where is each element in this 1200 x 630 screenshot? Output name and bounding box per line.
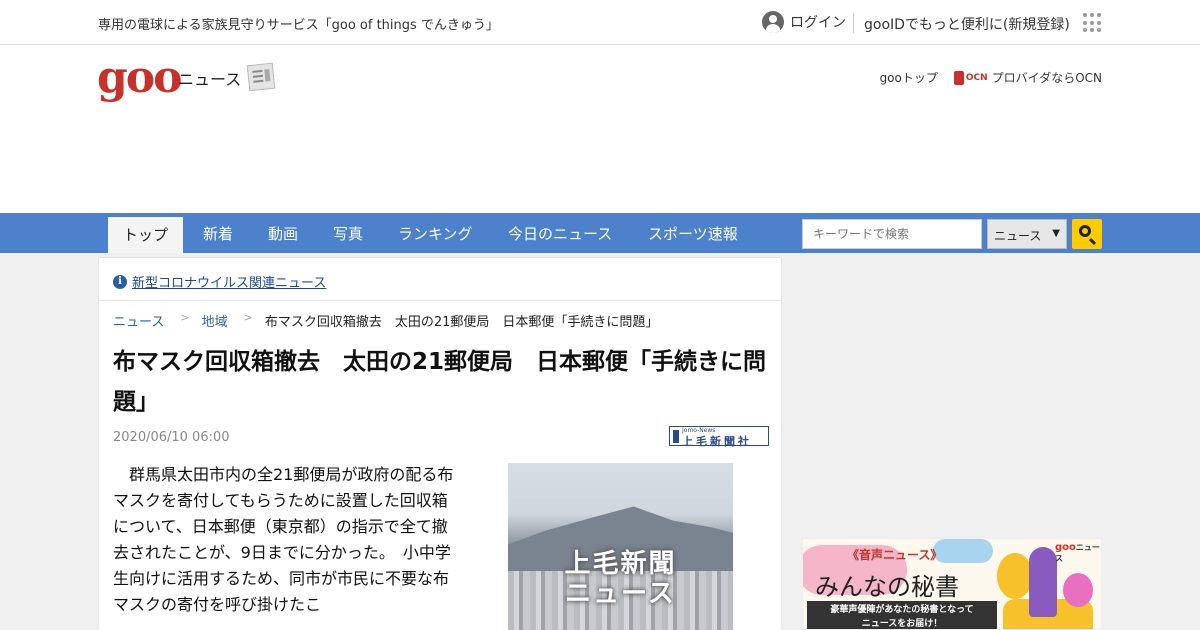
ocn-label: プロバイダならOCN	[991, 71, 1102, 85]
article-body: 群馬県太田市内の全21郵便局が政府の配る布マスクを寄付してもらうために設置した回…	[113, 465, 454, 614]
ad-brand: gooニュース	[1055, 542, 1100, 563]
search-input[interactable]	[802, 219, 982, 249]
tab-sports[interactable]: スポーツ速報	[648, 223, 738, 244]
breadcrumb-news[interactable]: ニュース	[113, 311, 164, 330]
breadcrumb-current: 布マスク回収箱撤去 太田の21郵便局 日本郵便「手続きに問題」	[264, 315, 659, 330]
ad-tag: 《音声ニュース》	[847, 548, 943, 562]
ocn-logo-icon: OCN	[953, 70, 988, 85]
promo-link[interactable]: 専用の電球による家族見守りサービス「goo of things でんきゅう」	[98, 14, 499, 33]
tab-top[interactable]: トップ	[108, 217, 183, 253]
ocn-mark: OCN	[965, 72, 988, 83]
thumbnail-caption-line2: ニュース	[565, 579, 676, 609]
ad-character-illustration	[997, 553, 1033, 599]
article-title: 布マスク回収箱撤去 太田の21郵便局 日本郵便「手続きに問題」	[113, 349, 767, 415]
ocn-link[interactable]: OCN プロバイダならOCN	[953, 69, 1102, 86]
section-name[interactable]: ニュース	[178, 66, 241, 90]
source-logo[interactable]: Jomo-News 上毛新聞社	[669, 426, 769, 448]
goo-logo[interactable]: goo	[97, 56, 182, 100]
divider	[99, 300, 781, 301]
search-button[interactable]	[1072, 219, 1102, 249]
covid-news-link[interactable]: i 新型コロナウイルス関連ニュース	[113, 272, 326, 291]
newspaper-icon	[246, 62, 276, 92]
info-icon: i	[113, 274, 127, 289]
top-utility-bar: 専用の電球による家族見守りサービス「goo of things でんきゅう」 ロ…	[0, 0, 1200, 45]
tab-today[interactable]: 今日のニュース	[508, 223, 612, 244]
source-mark-icon	[673, 430, 679, 443]
topbar-divider	[853, 13, 854, 33]
article-thumbnail[interactable]: 上毛新聞 ニュース	[508, 463, 733, 630]
login-link[interactable]: ログイン	[762, 11, 846, 33]
breadcrumb-region[interactable]: 地域	[202, 311, 228, 330]
breadcrumb-separator: >	[243, 311, 253, 324]
search-scope-select[interactable]: ニュース ▼	[987, 219, 1067, 249]
ad-subtext-line1: 豪華声優陣があなたの秘書となって	[830, 605, 974, 615]
app-grid-icon[interactable]	[1083, 13, 1103, 33]
tab-video[interactable]: 動画	[268, 223, 298, 244]
goo-top-link[interactable]: gooトップ	[880, 69, 938, 86]
ad-character-illustration	[1063, 573, 1093, 607]
dropdown-caret-icon: ▼	[1052, 228, 1060, 239]
ad-headline: みんなの秘書	[815, 573, 959, 601]
source-name: 上毛新聞社	[682, 435, 752, 448]
tab-new[interactable]: 新着	[203, 223, 233, 244]
user-avatar-icon	[762, 11, 784, 33]
header-links: gooトップ OCN プロバイダならOCN	[880, 69, 1102, 86]
ad-subtext: 豪華声優陣があなたの秘書となって ニュースをお届け！	[807, 601, 997, 629]
breadcrumb-separator: >	[180, 311, 190, 324]
article-date: 2020/06/10 06:00	[113, 430, 230, 445]
ad-subtext-line2: ニュースをお届け！	[861, 619, 943, 629]
ad-banner[interactable]: 《音声ニュース》 みんなの秘書 豪華声優陣があなたの秘書となって ニュースをお届…	[802, 538, 1102, 630]
register-link[interactable]: gooIDでもっと便利に(新規登録)	[864, 14, 1070, 34]
search-scope-value: ニュース	[994, 229, 1042, 243]
ad-character-illustration	[1029, 547, 1057, 617]
breadcrumb: ニュース > 地域 > 布マスク回収箱撤去 太田の21郵便局 日本郵便「手続きに…	[113, 311, 658, 330]
tab-ranking[interactable]: ランキング	[398, 223, 473, 244]
article-panel: i 新型コロナウイルス関連ニュース ニュース > 地域 > 布マスク回収箱撤去 …	[98, 257, 782, 630]
covid-link-label: 新型コロナウイルス関連ニュース	[132, 276, 327, 291]
login-label: ログイン	[790, 15, 846, 31]
search-icon	[1079, 225, 1091, 237]
tab-photo[interactable]: 写真	[333, 223, 363, 244]
